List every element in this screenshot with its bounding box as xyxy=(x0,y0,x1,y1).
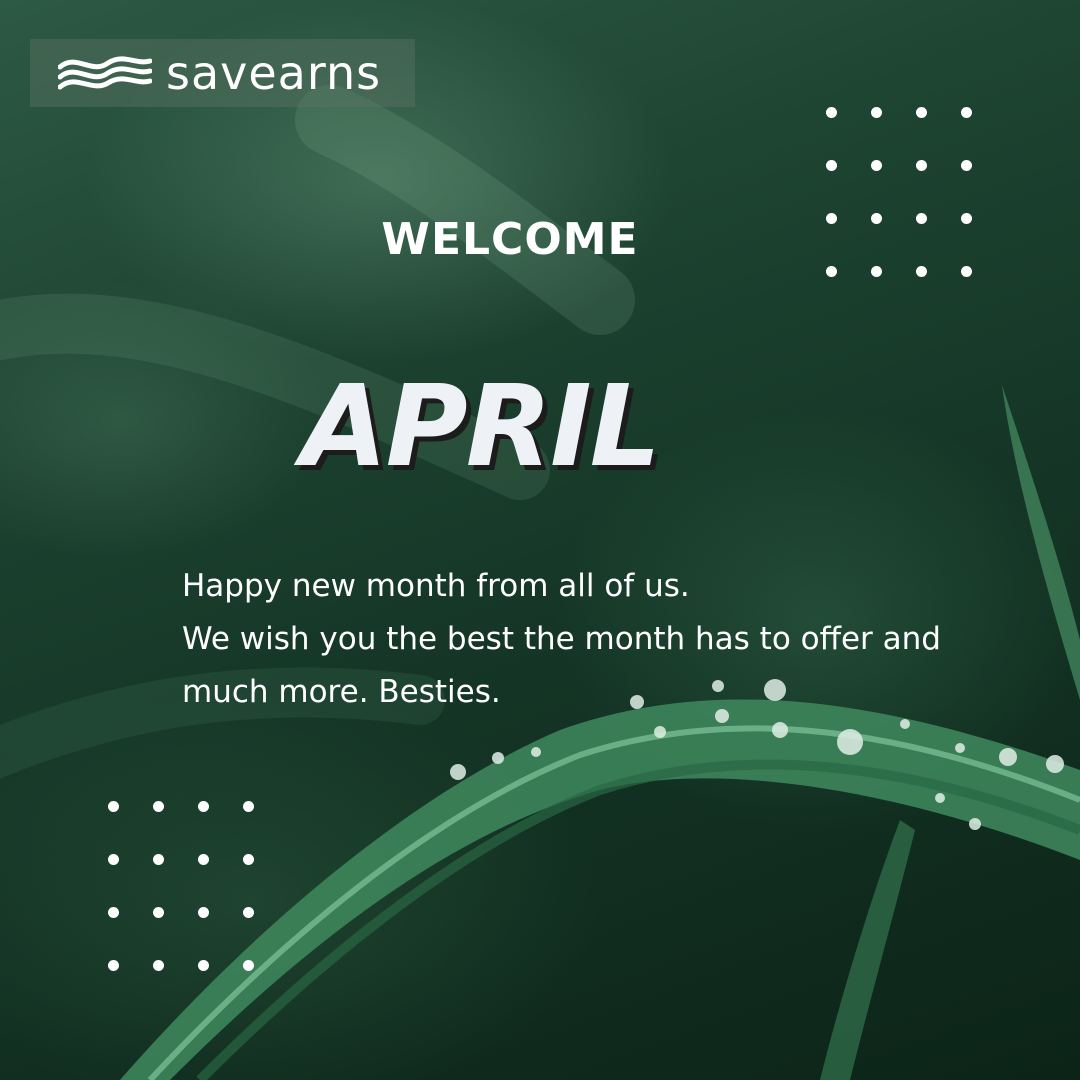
promo-card: savearns WELCOME APRIL Happy new month f… xyxy=(0,0,1080,1080)
message-line: We wish you the best the month has to of… xyxy=(182,621,941,657)
message-line: much more. Besties. xyxy=(182,674,501,710)
welcome-heading: WELCOME xyxy=(381,214,639,265)
month-title: APRIL xyxy=(300,362,661,492)
greeting-message: Happy new month from all of us. We wish … xyxy=(182,560,1062,719)
wave-icon xyxy=(58,56,152,90)
logo: savearns xyxy=(30,39,415,107)
message-line: Happy new month from all of us. xyxy=(182,568,690,604)
brand-name: savearns xyxy=(166,46,382,100)
